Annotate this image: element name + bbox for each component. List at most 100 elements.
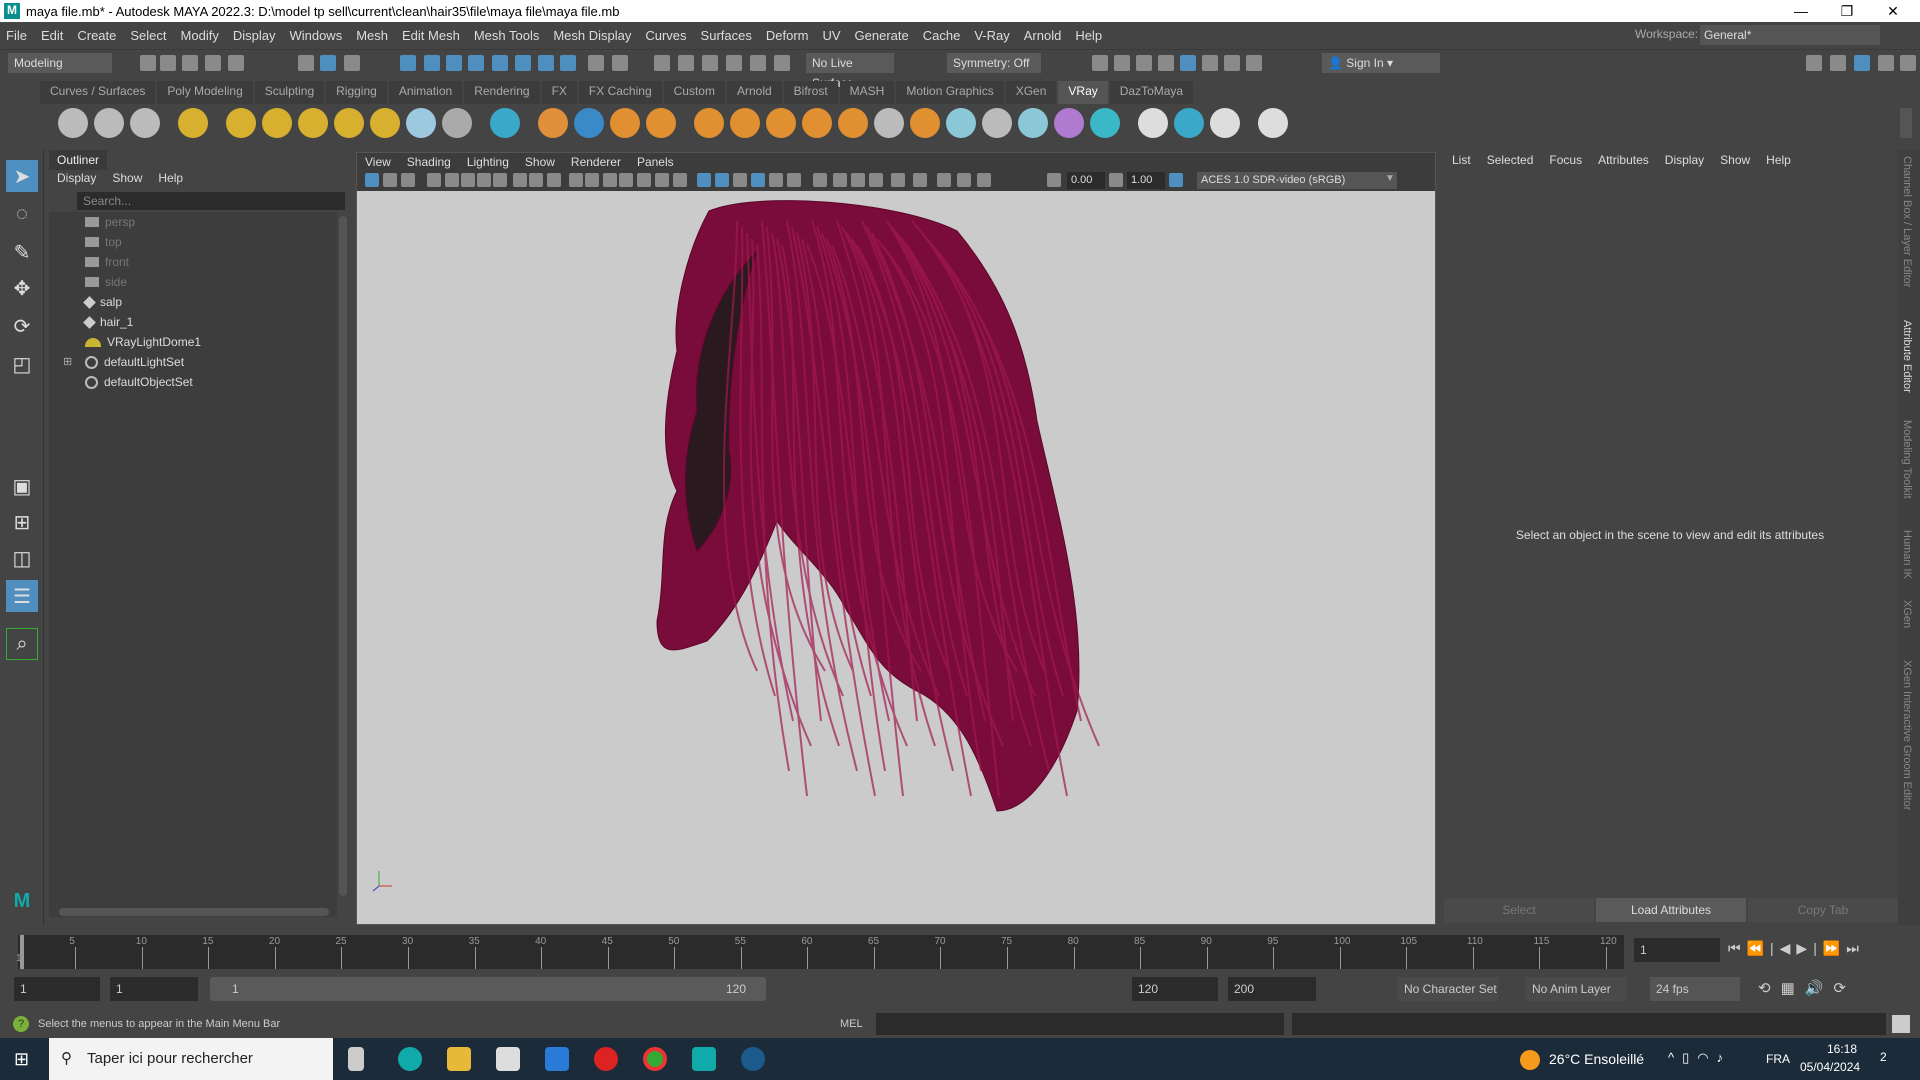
menu-edit-mesh[interactable]: Edit Mesh — [402, 28, 460, 43]
menu-display[interactable]: Display — [233, 28, 276, 43]
viewport-menu-show[interactable]: Show — [525, 155, 555, 169]
viewport-tool-icon[interactable] — [493, 173, 507, 187]
rotate-tool-icon[interactable]: ⟳ — [6, 310, 38, 342]
shelf-tab-poly-modeling[interactable]: Poly Modeling — [157, 81, 253, 104]
viewport-menu-lighting[interactable]: Lighting — [467, 155, 509, 169]
shelf-tab-daztomaya[interactable]: DazToMaya — [1109, 81, 1194, 104]
menu-edit[interactable]: Edit — [41, 28, 63, 43]
viewport-tool-icon[interactable] — [1109, 173, 1123, 187]
restore-button[interactable]: ❐ — [1824, 0, 1870, 22]
shelf-tool-icon[interactable] — [610, 108, 640, 138]
four-view-icon[interactable]: ⊞ — [6, 506, 38, 538]
viewport-tool-icon[interactable] — [869, 173, 883, 187]
move-tool-icon[interactable]: ✥ — [6, 272, 38, 304]
shelf-tool-icon[interactable] — [490, 108, 520, 138]
side-tab-modeling-toolkit[interactable]: Modeling Toolkit — [1901, 420, 1913, 499]
viewport-tool-icon[interactable] — [673, 173, 687, 187]
current-frame-field[interactable]: 1 — [1634, 938, 1720, 962]
shelf-tool-icon[interactable] — [730, 108, 760, 138]
shelf-tool-icon[interactable] — [766, 108, 796, 138]
viewport-menu-renderer[interactable]: Renderer — [571, 155, 621, 169]
viewport-tool-icon[interactable] — [913, 173, 927, 187]
playback-options-icons[interactable]: ⟲▦🔊⟳ — [1758, 979, 1856, 997]
viewport-tool-icon[interactable] — [751, 173, 765, 187]
attr-menu-help[interactable]: Help — [1766, 153, 1791, 167]
viewport-tool-icon[interactable] — [529, 173, 543, 187]
viewport-tool-icon[interactable] — [937, 173, 951, 187]
outliner-item[interactable]: defaultObjectSet — [85, 372, 193, 392]
viewport-tool-icon[interactable] — [513, 173, 527, 187]
status-tool-icon[interactable] — [205, 55, 221, 71]
exposure-field[interactable]: 0.00 — [1067, 172, 1105, 189]
search-icon[interactable]: ⌕ — [6, 628, 38, 660]
character-set-dropdown[interactable]: No Character Set — [1398, 977, 1498, 1001]
file-explorer-icon[interactable] — [447, 1047, 471, 1071]
viewport-menu-panels[interactable]: Panels — [637, 155, 674, 169]
viewport-tool-icon[interactable] — [891, 173, 905, 187]
menu-file[interactable]: File — [6, 28, 27, 43]
viewport-tool-icon[interactable] — [365, 173, 379, 187]
outliner-h-scrollbar[interactable] — [59, 908, 329, 916]
shelf-tab-curves-surfaces[interactable]: Curves / Surfaces — [40, 81, 156, 104]
shelf-tab-motion-graphics[interactable]: Motion Graphics — [896, 81, 1004, 104]
menu-cache[interactable]: Cache — [923, 28, 961, 43]
status-tool-icon[interactable] — [1092, 55, 1108, 71]
viewport-tool-icon[interactable] — [851, 173, 865, 187]
shelf-tab-fx-caching[interactable]: FX Caching — [578, 81, 662, 104]
status-tool-icon[interactable] — [1806, 55, 1822, 71]
clock-time[interactable]: 16:18 — [1817, 1042, 1867, 1056]
status-tool-icon[interactable] — [160, 55, 176, 71]
status-tool-icon[interactable] — [400, 55, 416, 71]
viewport-tool-icon[interactable] — [787, 173, 801, 187]
status-tool-icon[interactable] — [468, 55, 484, 71]
outliner-item[interactable]: persp — [85, 212, 135, 232]
select-button[interactable]: Select — [1444, 898, 1594, 922]
viewport-tool-icon[interactable] — [477, 173, 491, 187]
status-tool-icon[interactable] — [588, 55, 604, 71]
status-tool-icon[interactable] — [1136, 55, 1152, 71]
viewport-tool-icon[interactable] — [655, 173, 669, 187]
shelf-tool-icon[interactable] — [178, 108, 208, 138]
status-tool-icon[interactable] — [538, 55, 554, 71]
store-icon[interactable] — [496, 1047, 520, 1071]
shelf-tool-icon[interactable] — [442, 108, 472, 138]
shelf-tool-icon[interactable] — [910, 108, 940, 138]
status-tool-icon[interactable] — [1114, 55, 1130, 71]
gamma-field[interactable]: 1.00 — [1127, 172, 1165, 189]
viewport-tool-icon[interactable] — [977, 173, 991, 187]
language-indicator[interactable]: FRA — [1766, 1052, 1790, 1066]
viewport-tool-icon[interactable] — [461, 173, 475, 187]
shelf-tool-icon[interactable] — [538, 108, 568, 138]
shelf-tab-sculpting[interactable]: Sculpting — [254, 81, 325, 104]
viewport-tool-icon[interactable] — [547, 173, 561, 187]
shelf-tool-icon[interactable] — [262, 108, 292, 138]
menu-generate[interactable]: Generate — [855, 28, 909, 43]
attr-menu-display[interactable]: Display — [1665, 153, 1704, 167]
menu-surfaces[interactable]: Surfaces — [701, 28, 752, 43]
viewport-tool-icon[interactable] — [427, 173, 441, 187]
viewport-canvas[interactable] — [357, 191, 1435, 924]
viewport-tool-icon[interactable] — [813, 173, 827, 187]
attr-menu-selected[interactable]: Selected — [1487, 153, 1534, 167]
outliner-scrollbar[interactable] — [339, 216, 347, 896]
viewport-tool-icon[interactable] — [637, 173, 651, 187]
shelf-tab-animation[interactable]: Animation — [388, 81, 463, 104]
chrome-icon[interactable] — [643, 1047, 667, 1071]
shelf-tool-icon[interactable] — [1054, 108, 1084, 138]
status-tool-icon[interactable] — [1830, 55, 1846, 71]
status-tool-icon[interactable] — [298, 55, 314, 71]
menu-windows[interactable]: Windows — [289, 28, 342, 43]
status-tool-icon[interactable] — [424, 55, 440, 71]
shelf-tool-icon[interactable] — [1018, 108, 1048, 138]
outliner-menu-help[interactable]: Help — [158, 171, 183, 185]
status-tool-icon[interactable] — [774, 55, 790, 71]
shelf-tab-rendering[interactable]: Rendering — [464, 81, 540, 104]
outliner-item[interactable]: side — [85, 272, 127, 292]
weather-text[interactable]: 26°C Ensoleillé — [1549, 1051, 1644, 1067]
two-view-icon[interactable]: ◫ — [6, 542, 38, 574]
status-tool-icon[interactable] — [182, 55, 198, 71]
menuset-dropdown[interactable]: Modeling — [8, 53, 112, 73]
status-tool-icon[interactable] — [654, 55, 670, 71]
side-tab-human-ik[interactable]: Human IK — [1901, 530, 1913, 579]
viewport-tool-icon[interactable] — [697, 173, 711, 187]
